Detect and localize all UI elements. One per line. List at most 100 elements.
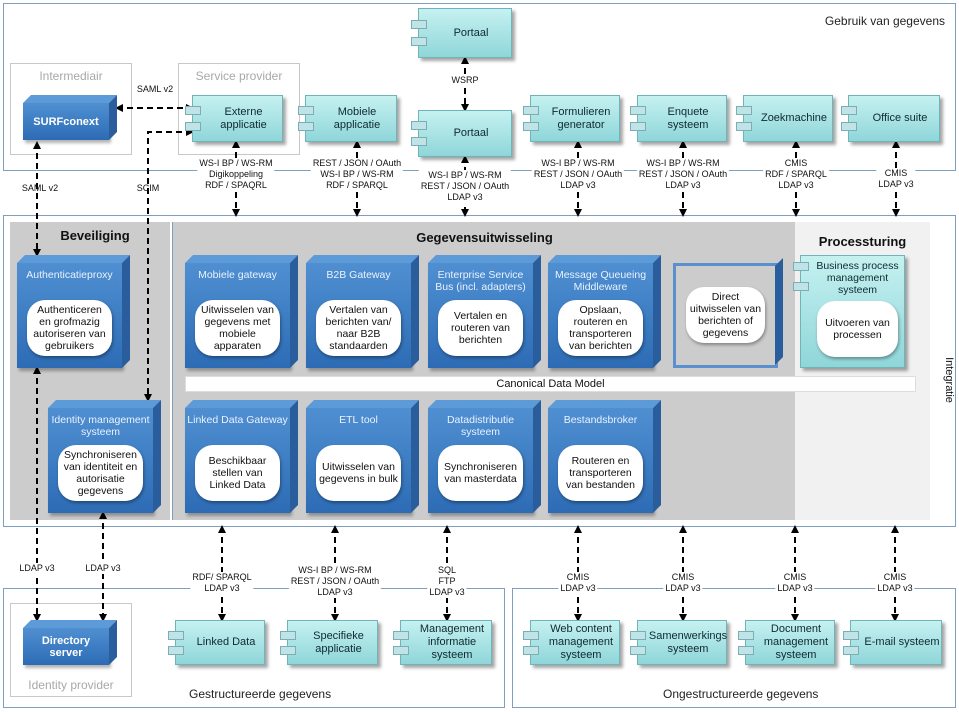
node-description: Synchroniseren van identiteit en autoris… — [58, 445, 143, 501]
component-samen[interactable]: Samenwerkings systeem — [630, 620, 728, 665]
component-office[interactable]: Office suite — [841, 95, 940, 142]
protocol-label-p-mobiele: REST / JSON / OAuth WS-I BP / WS-RM RDF … — [310, 158, 404, 191]
bpm-description: Uitvoeren van processen — [817, 301, 898, 357]
node-description: Uitwisselen van gegevens in bulk — [316, 445, 401, 501]
node-description: Opslaan, routeren en transporteren van b… — [558, 300, 643, 356]
node-bestand[interactable]: Bestandsbroker Routeren en transporteren … — [548, 408, 653, 513]
protocol-label-p-linked: RDF/ SPARQL LDAP v3 — [190, 572, 254, 594]
node-title: B2B Gateway — [326, 269, 391, 281]
node-description: Vertalen van berichten van/ naar B2B sta… — [316, 300, 401, 356]
protocol-label-p-spec: WS-I BP / WS-RM REST / JSON / OAuth LDAP… — [288, 565, 382, 598]
node-description: Beschikbaar stellen van Linked Data — [195, 445, 280, 501]
protocol-label-p-externe: WS-I BP / WS-RM Digikoppeling RDF / SPAQ… — [197, 158, 275, 191]
node-description: Authenticeren en grofmazig autoriseren v… — [27, 300, 112, 356]
node-title: ETL tool — [339, 414, 378, 426]
component-mobiele[interactable]: Mobiele applicatie — [298, 95, 397, 142]
component-label: Office suite — [872, 112, 928, 124]
component-port-icon — [185, 122, 201, 131]
component-label: Linked Data — [196, 636, 256, 648]
node-title: Enterprise Service Bus (incl. adapters) — [435, 269, 526, 293]
node-direct[interactable]: Direct uitwisselen van berichten of gege… — [673, 263, 778, 368]
component-linked[interactable]: Linked Data — [168, 620, 265, 665]
component-port-icon — [280, 646, 296, 655]
component-port-icon — [185, 106, 201, 115]
node-description: Direct uitwisselen van berichten of gege… — [686, 287, 765, 343]
component-port-icon — [736, 106, 752, 115]
component-port-icon — [843, 631, 859, 640]
protocol-label-p-ldap2: LDAP v3 — [83, 563, 123, 574]
protocol-label-p-wcm: CMIS LDAP v3 — [558, 572, 598, 594]
component-enquete[interactable]: Enquete systeem — [630, 95, 727, 142]
server-directory[interactable]: Directory server — [23, 628, 109, 665]
protocol-label-p-mis: SQL FTP LDAP v3 — [427, 565, 467, 598]
component-port-icon — [793, 262, 809, 271]
node-mq[interactable]: Message Queueing Middleware Opslaan, rout… — [548, 263, 653, 368]
node-title: Datadistributie systeem — [446, 414, 515, 438]
component-label: E-mail systeem — [864, 636, 940, 648]
protocol-label-p-ldap1: LDAP v3 — [17, 563, 57, 574]
architecture-diagram: Gebruik van gegevens Intermediair Servic… — [0, 0, 959, 712]
component-port-icon — [793, 282, 809, 291]
protocol-label-wsrp: WSRP — [449, 75, 481, 86]
component-label: Samenwerkings systeem — [648, 629, 728, 655]
component-portaal[interactable]: Portaal — [411, 110, 512, 157]
node-title: Linked Data Gateway — [187, 414, 288, 426]
component-mis[interactable]: Management informatie systeem — [393, 620, 492, 665]
bpm-title: Business process management systeem — [816, 260, 899, 296]
node-esb[interactable]: Enterprise Service Bus (incl. adapters) V… — [428, 263, 533, 368]
component-port-icon — [630, 122, 646, 131]
server-label: Directory server — [41, 634, 91, 659]
component-label: Externe applicatie — [220, 105, 267, 131]
component-port-icon — [298, 122, 314, 131]
protocol-label-p-form: WS-I BP / WS-RM REST / JSON / OAuth LDAP… — [531, 158, 625, 191]
component-externe[interactable]: Externe applicatie — [185, 95, 283, 142]
component-port-icon — [523, 631, 539, 640]
protocol-label-p-enq: WS-I BP / WS-RM REST / JSON / OAuth LDAP… — [636, 158, 730, 191]
node-idm[interactable]: Identity management systeem Synchronisere… — [48, 408, 153, 513]
node-title: Mobiele gateway — [198, 269, 277, 281]
protocol-label-saml-h: SAML v2 — [136, 84, 174, 94]
node-title: Bestandsbroker — [563, 414, 638, 426]
component-wcm[interactable]: Web content management systeem — [523, 620, 620, 665]
protocol-label-saml-v: SAML v2 — [21, 183, 59, 193]
component-port-icon — [630, 106, 646, 115]
node-mobgw[interactable]: Mobiele gateway Uitwisselen van gegevens … — [185, 263, 290, 368]
node-b2b[interactable]: B2B Gateway Vertalen van berichten van/ n… — [306, 263, 411, 368]
component-zoek[interactable]: Zoekmachine — [736, 95, 833, 142]
component-specifieke[interactable]: Specifieke applicatie — [280, 620, 378, 665]
component-dms[interactable]: Document management systeem — [738, 620, 835, 665]
component-label: Formulieren generator — [551, 105, 611, 131]
protocol-label-scim: SCIM — [136, 183, 160, 193]
node-etl[interactable]: ETL tool Uitwisselen van gegevens in bulk — [306, 408, 411, 513]
component-portaal-top[interactable]: Portaal — [411, 8, 512, 58]
node-title: Message Queueing Middleware — [554, 269, 647, 293]
component-email[interactable]: E-mail systeem — [843, 620, 942, 665]
component-port-icon — [168, 631, 184, 640]
protocol-label-p-office: CMIS LDAP v3 — [876, 168, 916, 190]
component-formulieren[interactable]: Formulieren generator — [523, 95, 620, 142]
protocol-label-p-portaal: WS-I BP / WS-RM REST / JSON / OAuth LDAP… — [418, 170, 512, 203]
node-title: Authenticatieproxy — [26, 269, 113, 281]
component-port-icon — [738, 646, 754, 655]
component-port-icon — [523, 106, 539, 115]
component-port-icon — [841, 106, 857, 115]
component-port-icon — [523, 122, 539, 131]
component-port-icon — [523, 646, 539, 655]
protocol-label-p-email: CMIS LDAP v3 — [875, 572, 915, 594]
component-port-icon — [393, 631, 409, 640]
server-surf[interactable]: SURFconext — [23, 103, 109, 140]
node-ddist[interactable]: Datadistributie systeem Synchroniseren va… — [428, 408, 533, 513]
component-port-icon — [630, 646, 646, 655]
component-bpm[interactable]: Business process management systeem Uitvo… — [793, 255, 905, 368]
node-ldgw[interactable]: Linked Data Gateway Beschikbaar stellen v… — [185, 408, 290, 513]
component-port-icon — [411, 37, 427, 46]
component-port-icon — [298, 106, 314, 115]
component-port-icon — [630, 631, 646, 640]
protocol-label-p-samen: CMIS LDAP v3 — [663, 572, 703, 594]
component-label: Mobiele applicatie — [333, 105, 381, 131]
component-port-icon — [738, 631, 754, 640]
node-authproxy[interactable]: Authenticatieproxy Authenticeren en grofm… — [17, 263, 122, 368]
node-description: Uitwisselen van gegevens met mobiele app… — [195, 300, 280, 356]
component-port-icon — [841, 122, 857, 131]
component-label: Portaal — [453, 26, 489, 39]
